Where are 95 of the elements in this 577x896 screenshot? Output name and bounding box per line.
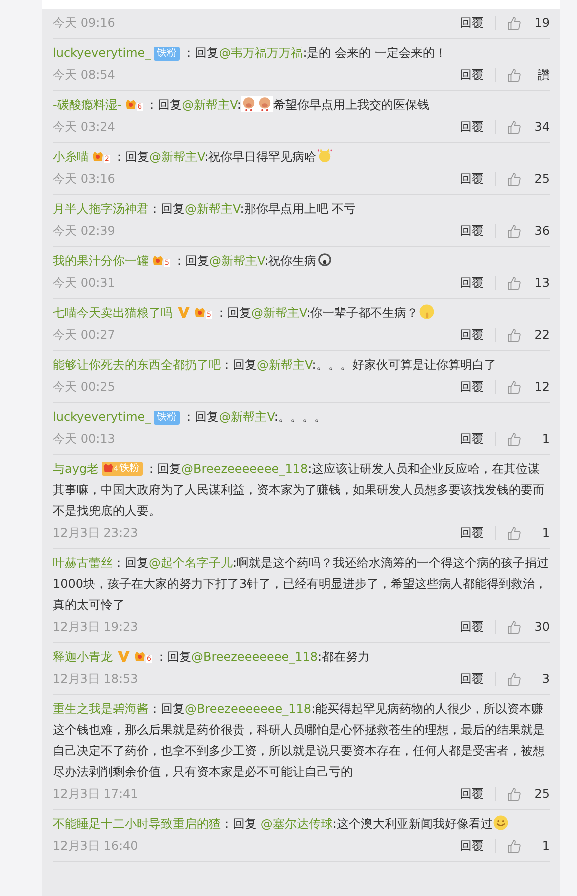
fan-badge: 铁粉 [154, 411, 180, 425]
comment-text: 重生之我是碧海酱：回复@Breezeeeeeee_118:能买得起罕见病药物的人很少，所以资本赚这个钱也难，那么后果就是药价很贵，科研人员哪怕是心怀拯救苍生的理想，最后的结果就是自己决定不了药价，也拿不到多少工资，所以就是说只要资本存在，任何人都是受害者，被想尽办法剥削剩余价值，只有资本家是必不可能让自己亏的 [53, 701, 546, 781]
reply-link[interactable]: 回覆 [460, 222, 484, 240]
thumbs-up-icon[interactable] [507, 276, 522, 290]
comment-time: 今天 09:16 [53, 14, 116, 32]
mention-link[interactable]: @Breezeeeeeee_118 [185, 702, 312, 716]
reply-link[interactable]: 回覆 [460, 430, 484, 448]
thumbs-up-icon[interactable] [507, 120, 522, 134]
username-link[interactable]: 月半人拖字汤神君 [53, 202, 149, 216]
username-link[interactable]: luckyeverytime_ [53, 410, 152, 424]
username-link[interactable]: 七喵今天卖出猫粮了吗 [53, 306, 173, 320]
like-count: 13 [534, 276, 550, 290]
thumbs-up-icon[interactable] [507, 672, 522, 686]
comment-time: 12月3日 17:41 [53, 786, 140, 802]
like-count: 1 [541, 432, 550, 446]
thumbs-up-icon[interactable] [507, 224, 522, 238]
verified-icon [177, 305, 191, 319]
comment-time: 12月3日 19:23 [53, 618, 140, 636]
like-count: 3 [541, 672, 550, 686]
reply-link[interactable]: 回覆 [460, 170, 484, 188]
comment-time: 今天 08:54 [53, 66, 116, 84]
mention-link[interactable]: @韦万福万万福 [219, 46, 304, 60]
thumbs-up-icon[interactable] [507, 526, 522, 540]
comment-text: luckyeverytime_ 铁粉 ：回复@韦万福万万福:是的 会来的 一定会来的！ [53, 45, 448, 63]
username-link[interactable]: 叶赫古蕾丝 [53, 556, 113, 570]
comment-time: 今天 00:27 [53, 326, 116, 344]
thumbs-up-icon[interactable] [507, 620, 522, 634]
mention-link[interactable]: @新帮主V [185, 202, 240, 216]
reply-link[interactable]: 回覆 [460, 838, 484, 854]
comment-time: 今天 02:39 [53, 222, 116, 240]
comment-time: 12月3日 18:53 [53, 670, 140, 688]
like-count: 讚 [537, 66, 550, 84]
username-link[interactable]: 小糸喵 [53, 150, 89, 164]
reply-link[interactable]: 回覆 [460, 670, 484, 688]
reply-link[interactable]: 回覆 [460, 524, 484, 542]
mention-link[interactable]: @新帮主V [182, 98, 238, 112]
reply-link[interactable]: 回覆 [460, 378, 484, 396]
comment-text: 叶赫古蕾丝：回复@起个名字子儿:啊就是这个药吗？我还给水滴筹的一个得这个病的孩子捐过1000块，孩子在大家的努力下打了3针了，已经有明显进步了，希望这些病人都能得到救治，真的太可怜了 [53, 555, 550, 614]
thumbs-up-icon[interactable] [507, 838, 522, 854]
comment-text: luckyeverytime_ 铁粉 ：回复@新帮主V:。。。。 [53, 409, 328, 427]
mention-link[interactable]: @新帮主V [219, 410, 274, 424]
like-count: 12 [534, 380, 550, 394]
comment-time: 12月3日 23:23 [53, 524, 140, 542]
mention-link[interactable]: @塞尔达传球 [260, 817, 333, 831]
thumbs-up-icon[interactable] [507, 328, 522, 342]
username-link[interactable]: 重生之我是碧海酱 [53, 702, 149, 716]
reply-link[interactable]: 回覆 [460, 618, 484, 636]
username-link[interactable]: 能够让你死去的东西全都扔了吧 [53, 358, 221, 372]
thumbs-up-icon[interactable] [507, 16, 522, 30]
thumbs-up-icon[interactable] [507, 786, 522, 802]
comment-time: 12月3日 16:40 [53, 838, 140, 854]
smiley-icon [492, 815, 509, 831]
kitten-icon [316, 148, 333, 164]
comment-time: 今天 00:25 [53, 378, 116, 396]
like-count: 19 [534, 16, 550, 30]
like-count: 1 [541, 839, 550, 853]
like-count: 36 [534, 224, 550, 238]
mention-link[interactable]: @新帮主V [149, 150, 205, 164]
comment-time: 今天 00:13 [53, 430, 116, 448]
verified-icon [117, 649, 131, 663]
like-count: 25 [534, 172, 550, 186]
reply-link[interactable]: 回覆 [460, 274, 484, 292]
like-count: 22 [534, 328, 550, 342]
username-link[interactable]: 与ayg老 [53, 462, 100, 476]
comment-text: 不能睡足十二小时导致重启的猹：回复 @塞尔达传球:这个澳大利亚新闻我好像看过 [53, 814, 550, 835]
fan-badge: 铁粉 [154, 47, 180, 61]
mention-link[interactable]: @起个名字子儿 [149, 556, 233, 570]
reply-link[interactable]: 回覆 [460, 66, 484, 84]
comment-text: 能够让你死去的东西全都扔了吧：回复@新帮主V:。。。好家伙可算是让你算明白了 [53, 357, 498, 374]
username-link[interactable]: 释迦小青龙 [53, 650, 113, 664]
username-link[interactable]: 不能睡足十二小时导致重启的猹 [53, 817, 221, 831]
reply-link[interactable]: 回覆 [460, 118, 484, 136]
username-link[interactable]: luckyeverytime_ [53, 46, 152, 60]
like-count: 34 [534, 120, 550, 134]
username-link[interactable]: -碳酸瘾料湿- [53, 98, 122, 112]
reply-link[interactable]: 回覆 [460, 786, 484, 802]
reply-link[interactable]: 回覆 [460, 14, 484, 32]
reply-link[interactable]: 回覆 [460, 326, 484, 344]
comment-text: 月半人拖字汤神君：回复@新帮主V:那你早点用上吧 不亏 [53, 201, 358, 218]
thumbs-up-icon[interactable] [507, 172, 522, 186]
like-count: 1 [541, 526, 550, 540]
thumbs-up-icon[interactable] [507, 68, 522, 82]
thumbs-up-icon[interactable] [507, 432, 522, 446]
mention-link[interactable]: @Breezeeeeeee_118 [182, 462, 308, 476]
comment-time: 今天 03:16 [53, 170, 116, 188]
mention-link[interactable]: @新帮主V [257, 358, 312, 372]
thumbs-up-icon[interactable] [507, 380, 522, 394]
like-count: 25 [534, 787, 550, 801]
mention-link[interactable]: @Breezeeeeeee_118 [191, 650, 318, 664]
mention-link[interactable]: @新帮主V [251, 306, 307, 320]
comment-time: 今天 00:31 [53, 274, 116, 292]
comment-time: 今天 03:24 [53, 118, 116, 136]
username-link[interactable]: 我的果汁分你一罐 [53, 254, 149, 268]
like-count: 30 [534, 620, 550, 634]
mention-link[interactable]: @新帮主V [209, 254, 265, 268]
